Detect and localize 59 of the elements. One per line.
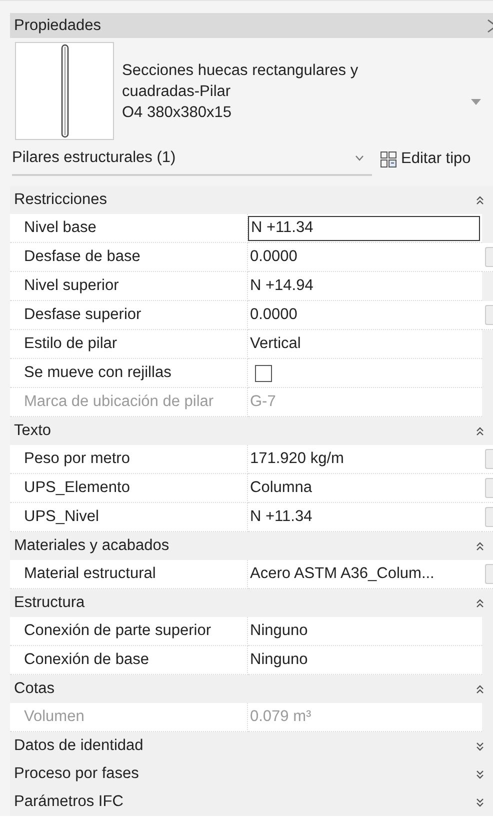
collapse-icon bbox=[476, 598, 484, 608]
property-label: Conexión de base bbox=[24, 651, 149, 669]
parameter-button[interactable] bbox=[485, 247, 493, 267]
expand-icon bbox=[476, 770, 484, 778]
property-label: Material estructural bbox=[24, 565, 156, 583]
category-dropdown[interactable]: Pilares estructurales (1) bbox=[12, 142, 372, 176]
collapse-icon bbox=[476, 542, 484, 550]
property-value: N +14.94 bbox=[250, 277, 314, 295]
property-label: Desfase superior bbox=[24, 306, 142, 324]
chevron-down-icon bbox=[355, 155, 364, 161]
property-value: Vertical bbox=[250, 335, 301, 353]
section-header[interactable]: Texto bbox=[10, 417, 493, 445]
value-field[interactable]: N +11.34 bbox=[248, 216, 480, 240]
property-label: UPS_Nivel bbox=[24, 508, 99, 526]
section-header[interactable]: Proceso por fases bbox=[10, 760, 493, 788]
section-header[interactable]: Materiales y acabados bbox=[10, 532, 493, 560]
collapse-icon bbox=[476, 426, 484, 436]
property-value: G-7 bbox=[250, 393, 276, 411]
checkbox[interactable] bbox=[255, 364, 272, 382]
panel-title: Propiedades bbox=[14, 16, 102, 34]
section-header[interactable]: Restricciones bbox=[10, 186, 493, 214]
property-value: Ninguno bbox=[250, 651, 308, 669]
property-label: UPS_Elemento bbox=[24, 479, 130, 497]
property-label: Peso por metro bbox=[24, 450, 130, 468]
type-name: O4 380x380x15 bbox=[122, 102, 232, 122]
section-header[interactable]: Estructura bbox=[10, 589, 493, 617]
family-name: Secciones huecas rectangulares y cuadradas-Pilar bbox=[122, 60, 360, 102]
parameter-button[interactable] bbox=[485, 564, 493, 584]
column-icon bbox=[58, 43, 70, 139]
property-value: 171.920 kg/m bbox=[250, 450, 344, 468]
property-value: N +11.34 bbox=[250, 508, 312, 526]
parameter-button[interactable] bbox=[485, 507, 493, 527]
collapse-icon bbox=[476, 196, 484, 204]
property-value: 0.0000 bbox=[250, 248, 298, 266]
parameter-button[interactable] bbox=[485, 478, 493, 498]
property-label: Nivel base bbox=[24, 219, 96, 237]
property-label: Marca de ubicación de pilar bbox=[24, 393, 214, 411]
property-label: Desfase de base bbox=[24, 248, 140, 266]
expand-icon bbox=[476, 798, 484, 806]
edit-type-icon bbox=[380, 150, 397, 168]
property-label: Estilo de pilar bbox=[24, 335, 118, 353]
property-label: Conexión de parte superior bbox=[24, 622, 211, 640]
collapse-icon bbox=[476, 684, 484, 694]
property-value: 0.0000 bbox=[250, 306, 298, 324]
section-header[interactable]: Cotas bbox=[10, 675, 493, 703]
parameter-button[interactable] bbox=[485, 305, 493, 325]
dropdown-icon[interactable] bbox=[471, 99, 481, 105]
property-value: Columna bbox=[250, 479, 312, 497]
property-label: Se mueve con rejillas bbox=[24, 364, 172, 382]
property-label: Nivel superior bbox=[24, 277, 119, 295]
parameter-button[interactable] bbox=[485, 449, 493, 469]
property-label: Volumen bbox=[24, 708, 84, 726]
section-header[interactable]: Parámetros IFC bbox=[10, 788, 493, 816]
property-value: Acero ASTM A36_Colum... bbox=[250, 565, 434, 583]
property-value: Ninguno bbox=[250, 622, 308, 640]
property-value: 0.079 m³ bbox=[250, 708, 312, 726]
section-header[interactable]: Datos de identidad bbox=[10, 732, 493, 760]
edit-type-button[interactable]: Editar tipo bbox=[372, 150, 471, 168]
expand-icon bbox=[476, 742, 484, 750]
